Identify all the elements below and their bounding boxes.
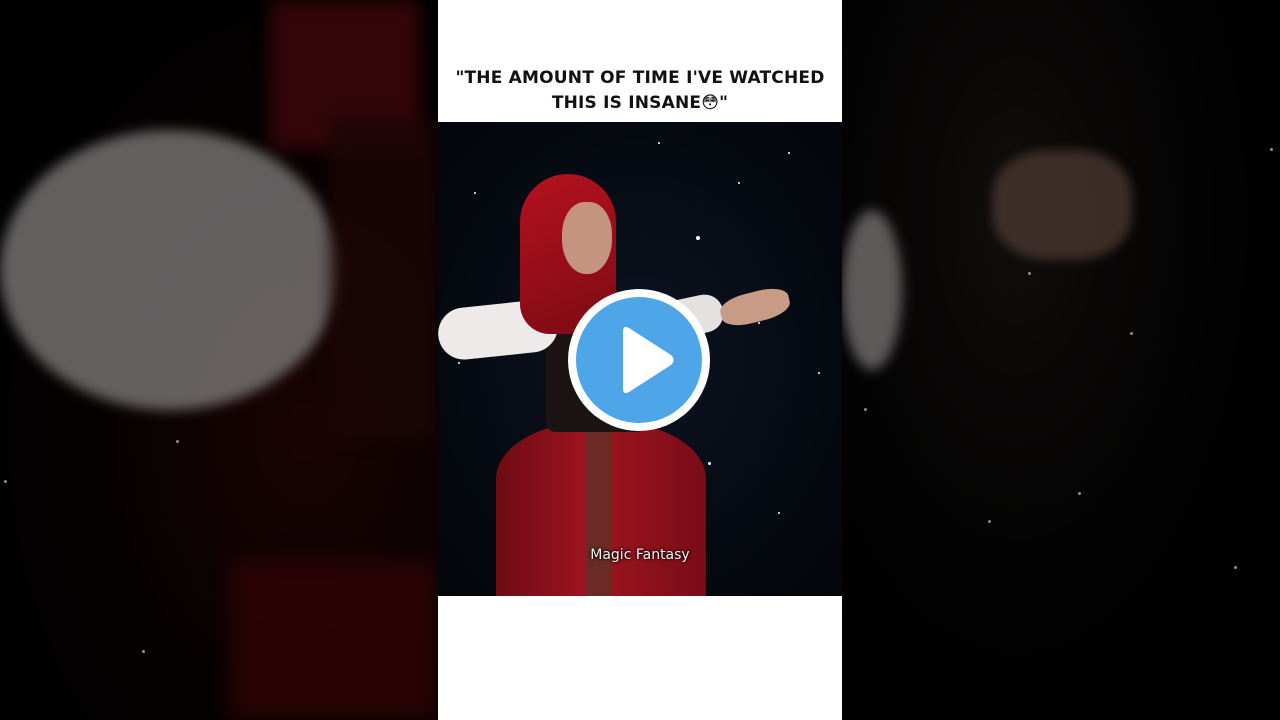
- blurred-sleeve: [0, 130, 340, 410]
- blurred-background-left: [0, 0, 438, 720]
- star: [4, 480, 7, 483]
- star: [1130, 332, 1133, 335]
- video-player[interactable]: Magic Fantasy: [438, 122, 842, 596]
- star: [864, 408, 867, 411]
- blurred-bodice: [330, 120, 438, 440]
- performer-hand: [717, 283, 793, 331]
- star: [176, 440, 179, 443]
- star: [758, 322, 760, 324]
- blurred-scarf: [270, 0, 420, 150]
- star: [474, 192, 476, 194]
- caption-line-1: "THE AMOUNT OF TIME I'VE WATCHED: [455, 68, 825, 88]
- star: [708, 462, 711, 465]
- star: [988, 520, 991, 523]
- video-subtitle: Magic Fantasy: [590, 547, 690, 563]
- star: [738, 182, 740, 184]
- star: [788, 152, 790, 154]
- star: [1028, 272, 1031, 275]
- blurred-hand: [992, 150, 1132, 260]
- star: [818, 372, 820, 374]
- star: [1270, 148, 1273, 151]
- star: [696, 236, 700, 240]
- post-caption: "THE AMOUNT OF TIME I'VE WATCHED THIS IS…: [438, 66, 842, 116]
- play-button[interactable]: [568, 289, 710, 431]
- blurred-background-right: [842, 0, 1280, 720]
- star: [658, 142, 660, 144]
- star: [1234, 566, 1237, 569]
- play-button-circle: [576, 297, 702, 423]
- caption-line-2: THIS IS INSANE😳": [551, 93, 729, 113]
- star: [142, 650, 145, 653]
- blurred-sleeve: [842, 210, 902, 370]
- star: [1078, 492, 1081, 495]
- shorts-card: "THE AMOUNT OF TIME I'VE WATCHED THIS IS…: [438, 0, 842, 720]
- blurred-skirt: [230, 560, 438, 720]
- star: [778, 512, 780, 514]
- performer-face: [562, 202, 612, 274]
- play-icon: [623, 327, 674, 393]
- star: [458, 362, 460, 364]
